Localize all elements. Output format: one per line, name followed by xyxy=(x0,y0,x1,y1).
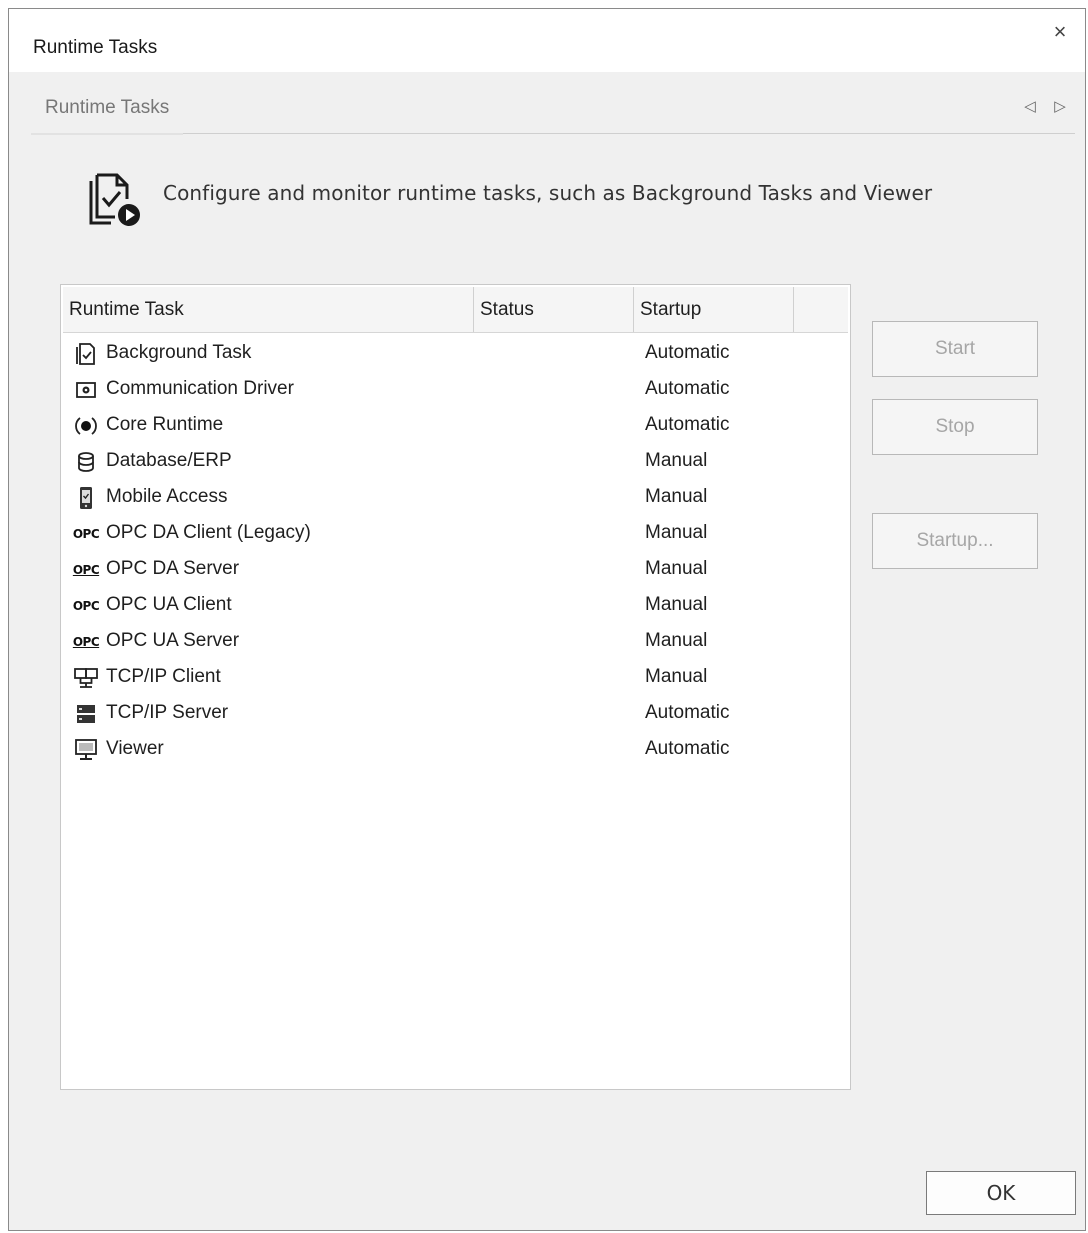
ok-button[interactable]: OK xyxy=(926,1171,1076,1215)
task-startup: Manual xyxy=(645,666,708,687)
task-name: Background Task xyxy=(106,342,252,363)
list-item[interactable]: OPC OPC DA Client (Legacy) Manual xyxy=(63,516,848,552)
checklist-document-icon xyxy=(73,341,99,367)
list-item[interactable]: Mobile Access Manual xyxy=(63,480,848,516)
task-startup: Manual xyxy=(645,630,708,651)
window-title: Runtime Tasks xyxy=(33,37,158,58)
opc-icon: OPC xyxy=(72,599,100,613)
task-startup: Automatic xyxy=(645,702,730,723)
task-name: Database/ERP xyxy=(106,450,232,471)
list-item[interactable]: OPC OPC DA Server Manual xyxy=(63,552,848,588)
startup-button[interactable]: Startup... xyxy=(872,513,1038,569)
task-name: TCP/IP Server xyxy=(106,702,229,723)
list-item[interactable]: Database/ERP Manual xyxy=(63,444,848,480)
list-item[interactable]: Core Runtime Automatic xyxy=(63,408,848,444)
close-icon[interactable]: × xyxy=(1047,19,1073,45)
list-item[interactable]: TCP/IP Client Manual xyxy=(63,660,848,696)
database-icon xyxy=(73,449,99,475)
task-name: Core Runtime xyxy=(106,414,224,435)
task-startup: Automatic xyxy=(645,342,730,363)
mobile-phone-icon xyxy=(73,485,99,511)
list-header: Runtime Task Status Startup xyxy=(63,287,848,333)
tab-strip: Runtime Tasks ◁ ▷ xyxy=(31,89,1075,135)
list-item[interactable]: TCP/IP Server Automatic xyxy=(63,696,848,732)
task-startup: Manual xyxy=(645,450,708,471)
task-name: Mobile Access xyxy=(106,486,228,507)
title-bar: Runtime Tasks × xyxy=(9,9,1085,72)
task-startup: Automatic xyxy=(645,414,730,435)
task-name: OPC UA Server xyxy=(106,630,240,651)
opc-icon: OPC xyxy=(72,527,100,541)
server-rack-icon xyxy=(73,701,99,727)
opc-server-icon: OPC xyxy=(72,635,100,649)
start-button[interactable]: Start xyxy=(872,321,1038,377)
list-item[interactable]: Communication Driver Automatic xyxy=(63,372,848,408)
column-header-status[interactable]: Status xyxy=(474,287,634,332)
task-startup: Automatic xyxy=(645,738,730,759)
tab-runtime-tasks[interactable]: Runtime Tasks xyxy=(31,89,184,135)
task-startup: Manual xyxy=(645,522,708,543)
task-name: TCP/IP Client xyxy=(106,666,221,687)
task-startup: Manual xyxy=(645,558,708,579)
task-name: Viewer xyxy=(106,738,164,759)
task-startup: Manual xyxy=(645,594,708,615)
runtime-tasks-dialog: Runtime Tasks × Runtime Tasks ◁ ▷ Configu… xyxy=(8,8,1086,1231)
list-item[interactable]: OPC OPC UA Client Manual xyxy=(63,588,848,624)
list-item[interactable]: Background Task Automatic xyxy=(63,336,848,372)
list-item[interactable]: Viewer Automatic xyxy=(63,732,848,768)
header-description: Configure and monitor runtime tasks, suc… xyxy=(163,181,933,205)
tab-scroll-right-icon[interactable]: ▷ xyxy=(1045,97,1075,115)
tab-scroll-left-icon[interactable]: ◁ xyxy=(1015,97,1045,115)
monitor-icon xyxy=(73,737,99,763)
driver-gear-icon xyxy=(73,377,99,403)
runtime-task-list: Runtime Task Status Startup Background T… xyxy=(60,284,851,1090)
stop-button[interactable]: Stop xyxy=(872,399,1038,455)
column-header-runtime-task[interactable]: Runtime Task xyxy=(63,287,474,332)
list-item[interactable]: OPC OPC UA Server Manual xyxy=(63,624,848,660)
task-name: OPC DA Client (Legacy) xyxy=(106,522,311,543)
runtime-task-play-icon xyxy=(89,173,140,226)
task-name: OPC DA Server xyxy=(106,558,240,579)
opc-server-icon: OPC xyxy=(72,563,100,577)
task-startup: Automatic xyxy=(645,378,730,399)
task-name: OPC UA Client xyxy=(106,594,232,615)
list-rows: Background Task Automatic Communication … xyxy=(63,336,848,768)
column-header-startup[interactable]: Startup xyxy=(634,287,794,332)
task-startup: Manual xyxy=(645,486,708,507)
network-computers-icon xyxy=(73,665,99,691)
task-name: Communication Driver xyxy=(106,378,294,399)
radio-core-icon xyxy=(73,413,99,439)
tab-scroll-arrows: ◁ ▷ xyxy=(1015,97,1075,115)
